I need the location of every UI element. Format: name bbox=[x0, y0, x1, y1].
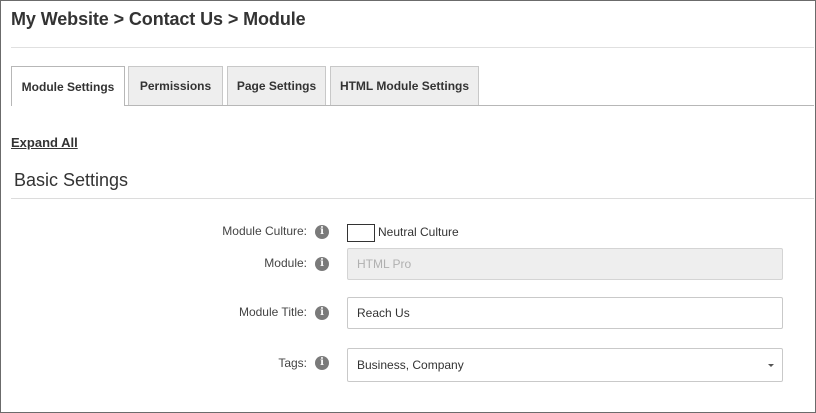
module-title-label: Module Title: bbox=[238, 305, 307, 319]
tab-bar-underline bbox=[11, 105, 814, 106]
breadcrumb: My Website > Contact Us > Module bbox=[11, 9, 306, 29]
chevron-down-icon bbox=[768, 364, 774, 367]
tags-label: Tags: bbox=[278, 356, 307, 370]
info-icon[interactable]: i bbox=[315, 306, 329, 320]
tab-permissions[interactable]: Permissions bbox=[128, 66, 223, 105]
tab-bar: Module Settings Permissions Page Setting… bbox=[11, 66, 814, 106]
divider bbox=[11, 47, 814, 48]
info-icon[interactable]: i bbox=[315, 257, 329, 271]
module-culture-label: Module Culture: bbox=[222, 224, 307, 238]
tab-module-settings[interactable]: Module Settings bbox=[11, 66, 125, 106]
module-label: Module: bbox=[264, 256, 307, 270]
info-icon[interactable]: i bbox=[315, 356, 329, 370]
tab-page-settings[interactable]: Page Settings bbox=[227, 66, 326, 105]
info-icon[interactable]: i bbox=[315, 225, 329, 239]
page-frame: My Website > Contact Us > Module Module … bbox=[0, 0, 816, 413]
tags-select[interactable]: Business, Company bbox=[347, 348, 783, 382]
neutral-culture-checkbox[interactable] bbox=[347, 224, 375, 242]
neutral-culture-label: Neutral Culture bbox=[378, 225, 459, 239]
module-field: HTML Pro bbox=[347, 248, 783, 280]
module-title-input[interactable]: Reach Us bbox=[347, 297, 783, 329]
tags-value: Business, Company bbox=[357, 358, 464, 372]
expand-all-link[interactable]: Expand All bbox=[11, 135, 78, 150]
section-title: Basic Settings bbox=[14, 170, 129, 190]
section-divider bbox=[11, 198, 814, 199]
tab-html-module-settings[interactable]: HTML Module Settings bbox=[330, 66, 479, 105]
